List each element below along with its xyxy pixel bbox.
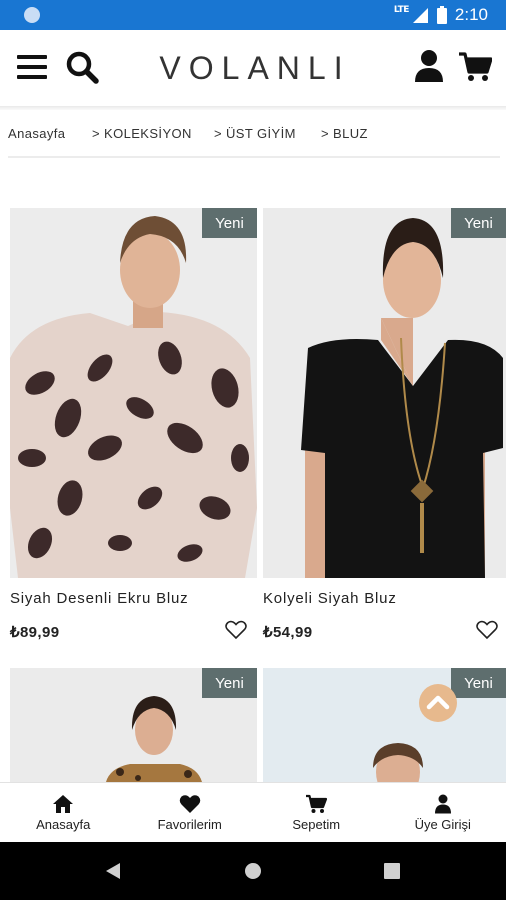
- nav-item-login[interactable]: Üye Girişi: [380, 783, 506, 842]
- new-badge: Yeni: [202, 668, 257, 698]
- breadcrumb-item-bluz[interactable]: > BLUZ: [321, 126, 368, 141]
- breadcrumb-item-home[interactable]: Anasayfa: [8, 126, 92, 141]
- system-navigation-bar: [0, 842, 506, 900]
- network-type: LTE: [393, 5, 410, 15]
- new-badge: Yeni: [202, 208, 257, 238]
- nav-item-label: Sepetim: [292, 816, 341, 832]
- recent-apps-icon[interactable]: [384, 863, 400, 879]
- product-card[interactable]: Yeni Kolyeli Siyah Bluz ₺54,99: [263, 208, 506, 648]
- product-image[interactable]: [263, 208, 506, 578]
- scroll-to-top-button[interactable]: [419, 684, 457, 722]
- home-button-icon[interactable]: [244, 862, 262, 880]
- nav-item-label: Üye Girişi: [414, 816, 471, 832]
- user-icon: [434, 794, 451, 813]
- bottom-navigation: Anasayfa Favorilerim Sepetim Üye Girişi: [0, 782, 506, 842]
- search-icon[interactable]: [65, 50, 99, 84]
- nav-item-label: Anasayfa: [36, 816, 91, 832]
- nav-item-favorites[interactable]: Favorilerim: [127, 783, 254, 842]
- battery-icon: [436, 6, 447, 24]
- header-divider: [0, 106, 506, 110]
- product-name[interactable]: Kolyeli Siyah Bluz: [263, 590, 397, 607]
- new-badge: Yeni: [451, 668, 506, 698]
- nav-item-cart[interactable]: Sepetim: [253, 783, 380, 842]
- home-icon: [53, 794, 74, 813]
- product-card[interactable]: Yeni: [263, 668, 506, 782]
- system-icons: LTE 2:10: [394, 0, 488, 30]
- new-badge: Yeni: [451, 208, 506, 238]
- favorite-heart-icon[interactable]: [476, 620, 498, 640]
- hamburger-menu-icon[interactable]: [17, 54, 47, 80]
- app-header: VOLANLI: [0, 30, 506, 108]
- breadcrumb-divider: [8, 156, 500, 158]
- product-card[interactable]: Yeni Siyah Desenli Ekru Bluz ₺89,99: [10, 208, 257, 648]
- heart-icon: [179, 794, 200, 813]
- status-clock: 2:10: [454, 5, 488, 24]
- product-image[interactable]: [10, 208, 257, 578]
- cart-icon[interactable]: [458, 51, 492, 83]
- product-name[interactable]: Siyah Desenli Ekru Bluz: [10, 590, 188, 607]
- breadcrumb: Anasayfa > KOLEKSİYON > ÜST GİYİM > BLUZ: [8, 126, 368, 141]
- notification-dot-icon: [24, 7, 40, 23]
- nav-item-label: Favorilerim: [157, 816, 222, 832]
- signal-icon: [412, 8, 428, 23]
- product-card[interactable]: Yeni: [10, 668, 257, 782]
- product-price: ₺89,99: [10, 624, 60, 641]
- nav-item-home[interactable]: Anasayfa: [0, 783, 127, 842]
- status-bar: LTE 2:10: [0, 0, 506, 30]
- back-icon[interactable]: [104, 862, 122, 880]
- cart-icon: [306, 794, 328, 813]
- breadcrumb-item-koleksiyon[interactable]: > KOLEKSİYON: [92, 126, 214, 141]
- product-price: ₺54,99: [263, 624, 313, 641]
- chevron-up-icon: [426, 695, 450, 710]
- favorite-heart-icon[interactable]: [225, 620, 247, 640]
- breadcrumb-item-ust-giyim[interactable]: > ÜST GİYİM: [214, 126, 321, 141]
- user-icon[interactable]: [414, 49, 444, 83]
- brand-logo[interactable]: VOLANLI: [150, 50, 360, 87]
